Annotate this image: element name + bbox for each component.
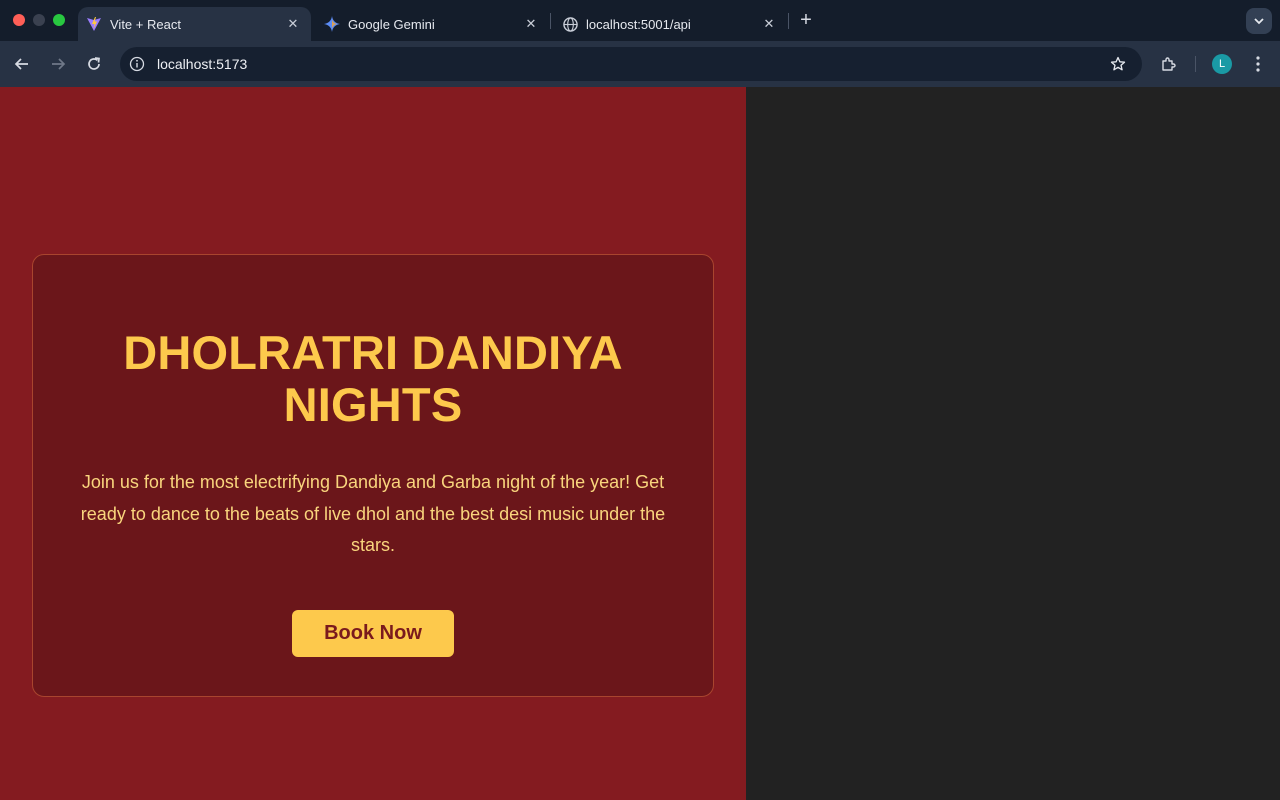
vite-logo-icon: [86, 16, 102, 32]
tab-title: localhost:5001/api: [586, 16, 691, 32]
tab-title: Vite + React: [110, 16, 181, 32]
close-icon[interactable]: ✕: [523, 16, 539, 32]
tab-google-gemini[interactable]: Google Gemini ✕: [316, 7, 549, 41]
kebab-menu-icon[interactable]: [1248, 53, 1268, 75]
address-url[interactable]: localhost:5173: [157, 56, 1108, 72]
globe-icon: [562, 16, 578, 32]
gemini-sparkle-icon: [324, 16, 340, 32]
tab-title: Google Gemini: [348, 16, 435, 32]
forward-arrow-icon[interactable]: [47, 53, 69, 75]
window-minimize-button[interactable]: [33, 14, 45, 26]
hero-section: DHOLRATRI DANDIYA NIGHTS Join us for the…: [0, 87, 746, 800]
tab-vite-react[interactable]: Vite + React ✕: [78, 7, 311, 41]
close-icon[interactable]: ✕: [761, 16, 777, 32]
tab-divider: [550, 13, 551, 29]
tab-localhost-api[interactable]: localhost:5001/api ✕: [554, 7, 787, 41]
extensions-puzzle-icon[interactable]: [1158, 53, 1180, 75]
window-close-button[interactable]: [13, 14, 25, 26]
browser-toolbar: localhost:5173 L: [0, 41, 1280, 87]
toolbar-divider: [1195, 56, 1196, 72]
tab-strip: Vite + React ✕ Google Gemini ✕ localhost…: [0, 0, 1280, 41]
page-viewport: DHOLRATRI DANDIYA NIGHTS Join us for the…: [0, 87, 1280, 800]
bookmark-star-icon[interactable]: [1108, 54, 1128, 74]
window-maximize-button[interactable]: [53, 14, 65, 26]
right-empty-panel: [746, 87, 1280, 800]
reload-icon[interactable]: [83, 53, 105, 75]
book-now-button[interactable]: Book Now: [292, 610, 454, 657]
event-headline: DHOLRATRI DANDIYA NIGHTS: [123, 326, 623, 431]
event-card: DHOLRATRI DANDIYA NIGHTS Join us for the…: [32, 254, 714, 697]
tab-search-chevron-icon[interactable]: [1246, 8, 1272, 34]
profile-avatar[interactable]: L: [1212, 54, 1232, 74]
address-bar[interactable]: localhost:5173: [120, 47, 1142, 81]
back-arrow-icon[interactable]: [11, 53, 33, 75]
tab-divider: [788, 13, 789, 29]
site-info-icon[interactable]: [127, 54, 147, 74]
event-description: Join us for the most electrifying Dandiy…: [80, 472, 666, 555]
new-tab-plus-icon[interactable]: +: [796, 10, 816, 30]
close-icon[interactable]: ✕: [285, 16, 301, 32]
